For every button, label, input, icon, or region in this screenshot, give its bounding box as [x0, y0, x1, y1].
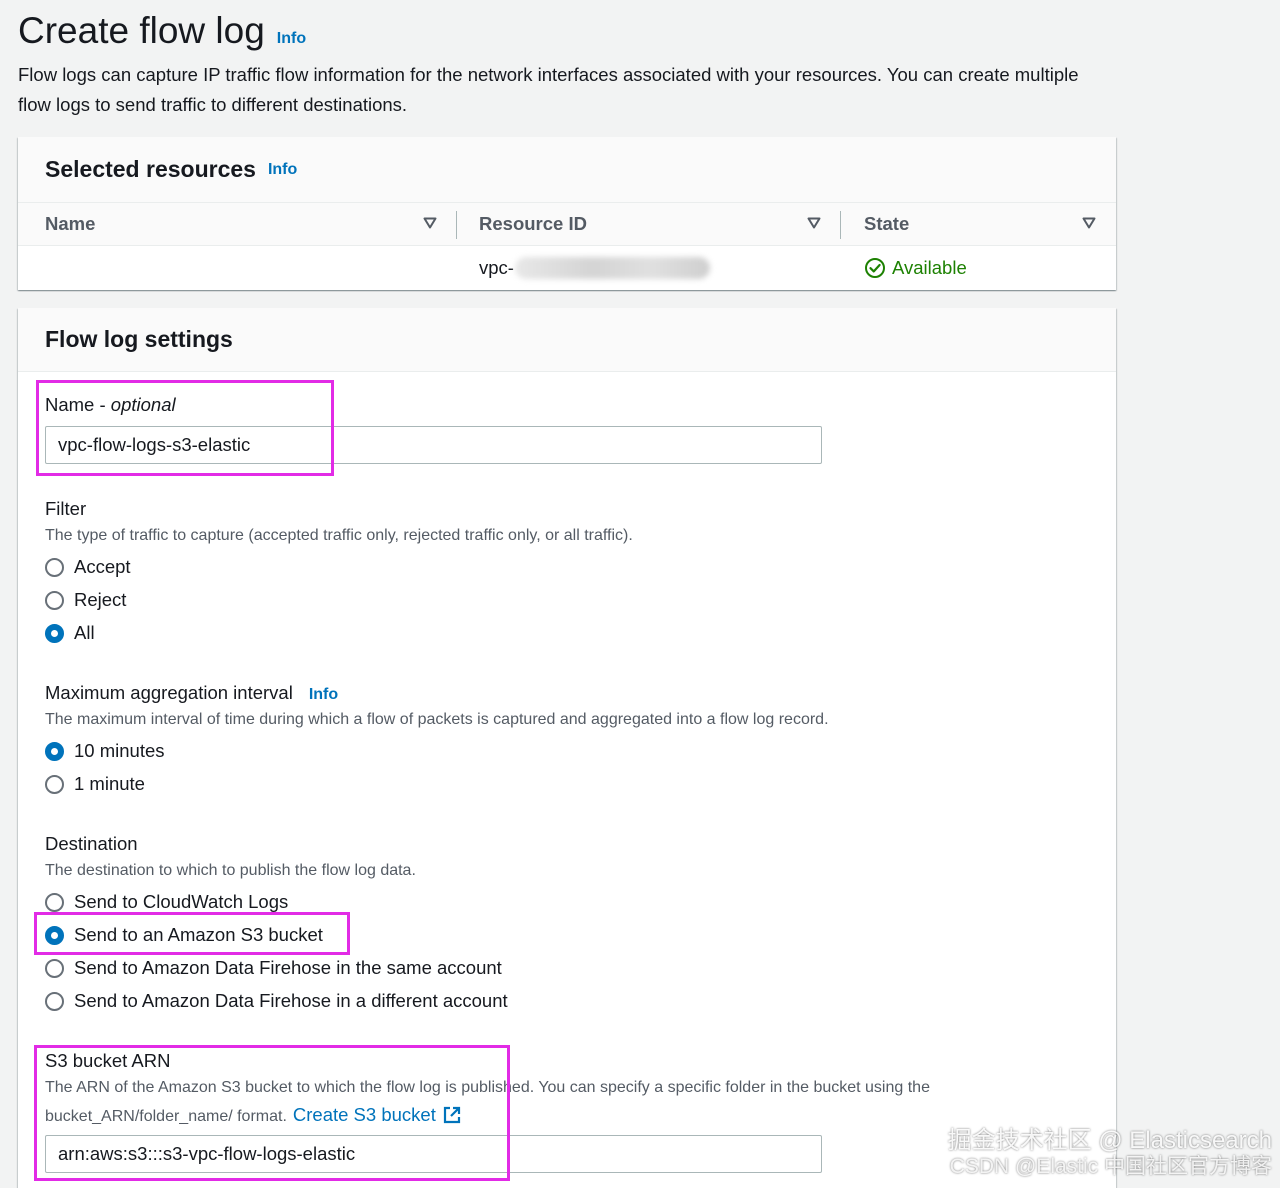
interval-option-10-minutes-label: 10 minutes [74, 740, 165, 761]
destination-option-cloudwatch-label: Send to CloudWatch Logs [74, 891, 289, 912]
radio-all[interactable] [45, 623, 64, 643]
radio-accept[interactable] [45, 557, 64, 577]
selected-resources-panel: Selected resources Info Name Resource ID… [18, 137, 1116, 290]
flow-log-settings-title: Flow log settings [45, 326, 233, 352]
page-info-link[interactable]: Info [277, 30, 306, 48]
state-cell: Available [864, 257, 967, 279]
interval-label-row: Maximum aggregation interval Info [45, 682, 338, 704]
column-header-resource-id[interactable]: Resource ID [457, 203, 841, 245]
filter-option-accept[interactable]: Accept [45, 556, 131, 578]
destination-option-s3-label: Send to an Amazon S3 bucket [74, 924, 323, 945]
watermark-line1: 掘金技术社区 @ Elasticsearch [947, 1127, 1272, 1154]
s3-arn-input[interactable]: arn:aws:s3:::s3-vpc-flow-logs-elastic [45, 1135, 822, 1173]
destination-label: Destination [45, 833, 138, 854]
interval-label: Maximum aggregation interval [45, 682, 293, 703]
page-title: Create flow log [18, 10, 265, 51]
filter-option-reject-label: Reject [74, 589, 127, 610]
interval-info-link[interactable]: Info [309, 686, 338, 704]
filter-option-accept-label: Accept [74, 556, 131, 577]
filter-option-all[interactable]: All [45, 622, 95, 644]
watermark: 掘金技术社区 @ Elasticsearch CSDN @Elastic 中国社… [948, 1128, 1272, 1180]
s3-arn-description-line2: bucket_ARN/folder_name/ format. [45, 1108, 287, 1125]
selected-resources-title: Selected resources [45, 156, 256, 182]
column-label-resource-id: Resource ID [479, 213, 587, 234]
name-label-optional: optional [110, 394, 176, 415]
radio-1-minute[interactable] [45, 774, 64, 794]
column-label-name: Name [45, 213, 96, 234]
interval-option-1-minute-label: 1 minute [74, 773, 145, 794]
table-row: vpc- Available [18, 246, 1116, 290]
filter-option-reject[interactable]: Reject [45, 589, 126, 611]
selected-resources-info-link[interactable]: Info [268, 161, 297, 179]
sort-caret-icon[interactable] [1082, 217, 1096, 229]
filter-label: Filter [45, 498, 87, 519]
name-label-text: Name - [45, 394, 111, 415]
filter-description: The type of traffic to capture (accepted… [45, 527, 633, 544]
resource-id-cell: vpc- [479, 257, 514, 278]
redacted-resource-id [515, 257, 710, 279]
s3-arn-description-line1: The ARN of the Amazon S3 bucket to which… [45, 1079, 930, 1096]
check-circle-icon [865, 258, 885, 278]
radio-10-minutes[interactable] [45, 741, 64, 761]
destination-option-s3[interactable]: Send to an Amazon S3 bucket [45, 924, 323, 946]
destination-option-firehose-different-label: Send to Amazon Data Firehose in a differ… [74, 990, 508, 1011]
state-label: Available [892, 257, 967, 278]
interval-option-1-minute[interactable]: 1 minute [45, 773, 145, 795]
column-label-state: State [864, 213, 910, 234]
name-field-label: Name - optional [45, 394, 176, 416]
watermark-line2: CSDN @Elastic 中国社区官方博客 [949, 1155, 1272, 1178]
interval-option-10-minutes[interactable]: 10 minutes [45, 740, 165, 762]
radio-cloudwatch[interactable] [45, 892, 64, 912]
create-s3-bucket-link[interactable]: Create S3 bucket [293, 1104, 462, 1126]
resources-table-header: Name Resource ID State [18, 203, 1116, 246]
radio-firehose-different[interactable] [45, 991, 64, 1011]
destination-description: The destination to which to publish the … [45, 862, 416, 879]
radio-firehose-same[interactable] [45, 958, 64, 978]
flow-log-settings-panel: Flow log settings Name - optional vpc-fl… [18, 308, 1116, 1188]
selected-resources-header: Selected resources Info [18, 137, 1116, 203]
column-header-name[interactable]: Name [18, 203, 457, 245]
s3-arn-label: S3 bucket ARN [45, 1050, 171, 1071]
external-link-icon [443, 1106, 460, 1124]
sort-caret-icon[interactable] [807, 217, 821, 229]
create-s3-bucket-label: Create S3 bucket [292, 1104, 436, 1125]
flow-log-settings-header: Flow log settings [18, 308, 1116, 372]
page-description: Flow logs can capture IP traffic flow in… [18, 64, 1079, 115]
destination-option-firehose-different[interactable]: Send to Amazon Data Firehose in a differ… [45, 990, 508, 1012]
s3-arn-description-line2-row: bucket_ARN/folder_name/ format. Create S… [45, 1104, 462, 1126]
destination-option-firehose-same-label: Send to Amazon Data Firehose in the same… [74, 957, 502, 978]
radio-s3[interactable] [45, 925, 64, 945]
filter-option-all-label: All [74, 622, 95, 643]
destination-option-firehose-same[interactable]: Send to Amazon Data Firehose in the same… [45, 957, 502, 979]
name-input[interactable]: vpc-flow-logs-s3-elastic [45, 426, 822, 464]
column-header-state[interactable]: State [841, 203, 1116, 245]
page-header: Create flow log Info [18, 10, 306, 52]
destination-option-cloudwatch[interactable]: Send to CloudWatch Logs [45, 891, 288, 913]
interval-description: The maximum interval of time during whic… [45, 711, 829, 728]
radio-reject[interactable] [45, 590, 64, 610]
sort-caret-icon[interactable] [423, 217, 437, 229]
